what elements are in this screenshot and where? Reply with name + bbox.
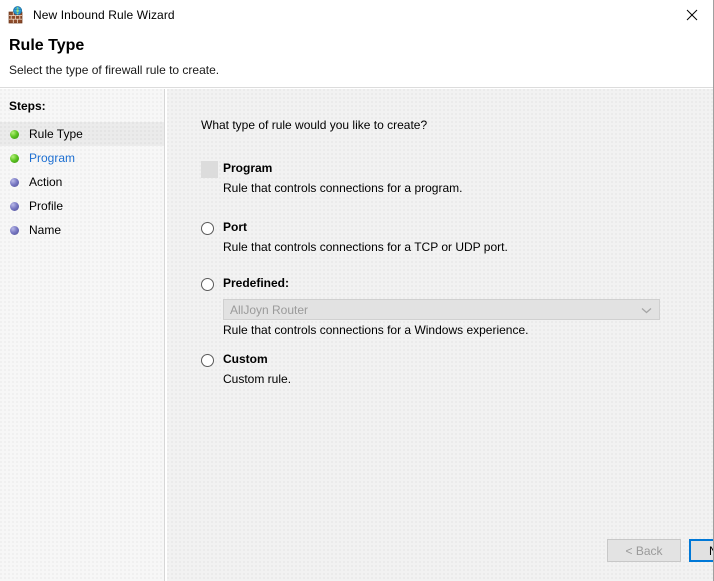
sidebar-item-action[interactable]: Action — [0, 170, 164, 194]
wizard-header: Rule Type Select the type of firewall ru… — [0, 30, 713, 88]
firewall-globe-icon — [8, 6, 26, 24]
steps-list: Rule Type Program Action Profile Name — [0, 122, 164, 242]
step-bullet-icon — [10, 201, 19, 211]
sidebar-item-label: Rule Type — [29, 127, 83, 141]
sidebar-item-label: Action — [29, 175, 63, 189]
rule-type-radio-group: Program Rule that controls connections f… — [201, 161, 671, 387]
option-title: Program — [223, 161, 273, 175]
option-description: Rule that controls connections for a TCP… — [223, 240, 508, 254]
window-title: New Inbound Rule Wizard — [33, 8, 175, 22]
sidebar-item-label[interactable]: Program — [29, 151, 75, 165]
step-bullet-icon — [10, 177, 19, 187]
option-title: Custom — [223, 352, 268, 366]
question-text: What type of rule would you like to crea… — [201, 118, 428, 132]
radio-program[interactable] — [201, 161, 218, 178]
wizard-body: Steps: Rule Type Program Action Profile — [0, 89, 713, 581]
wizard-window: New Inbound Rule Wizard Rule Type Select… — [0, 0, 714, 581]
option-program[interactable]: Program Rule that controls connections f… — [201, 161, 671, 196]
sidebar-item-name[interactable]: Name — [0, 218, 164, 242]
option-custom[interactable]: Custom Custom rule. — [201, 352, 671, 387]
predefined-rule-dropdown[interactable]: AllJoyn Router — [223, 299, 660, 320]
steps-heading: Steps: — [9, 99, 46, 113]
radio-port[interactable] — [201, 222, 214, 235]
step-bullet-icon — [10, 153, 19, 163]
radio-predefined[interactable] — [201, 278, 214, 291]
radio-custom[interactable] — [201, 354, 214, 367]
step-bullet-icon — [10, 225, 19, 235]
option-description: Custom rule. — [223, 372, 292, 386]
title-bar[interactable]: New Inbound Rule Wizard — [0, 0, 713, 30]
close-button[interactable] — [669, 0, 713, 29]
option-predefined[interactable]: Predefined: AllJoyn Router Rule that con… — [201, 276, 671, 338]
page-subtitle: Select the type of firewall rule to crea… — [9, 63, 220, 77]
sidebar-item-profile[interactable]: Profile — [0, 194, 164, 218]
steps-sidebar: Steps: Rule Type Program Action Profile — [0, 89, 165, 581]
sidebar-item-label: Name — [29, 223, 62, 237]
option-title: Port — [223, 220, 247, 234]
option-title: Predefined: — [223, 276, 290, 290]
sidebar-item-rule-type[interactable]: Rule Type — [0, 122, 164, 146]
predefined-rule-value: AllJoyn Router — [230, 302, 309, 317]
option-description: Rule that controls connections for a pro… — [223, 181, 463, 195]
next-button[interactable]: Next > — [689, 539, 713, 562]
sidebar-item-program[interactable]: Program — [0, 146, 164, 170]
content-panel: What type of rule would you like to crea… — [167, 89, 713, 581]
option-port[interactable]: Port Rule that controls connections for … — [201, 220, 671, 255]
sidebar-item-label: Profile — [29, 199, 64, 213]
chevron-down-icon — [641, 301, 652, 319]
page-title: Rule Type — [9, 37, 85, 54]
close-icon — [686, 9, 697, 20]
option-description: Rule that controls connections for a Win… — [223, 323, 529, 337]
back-button[interactable]: < Back — [607, 539, 681, 562]
step-bullet-icon — [10, 129, 19, 139]
